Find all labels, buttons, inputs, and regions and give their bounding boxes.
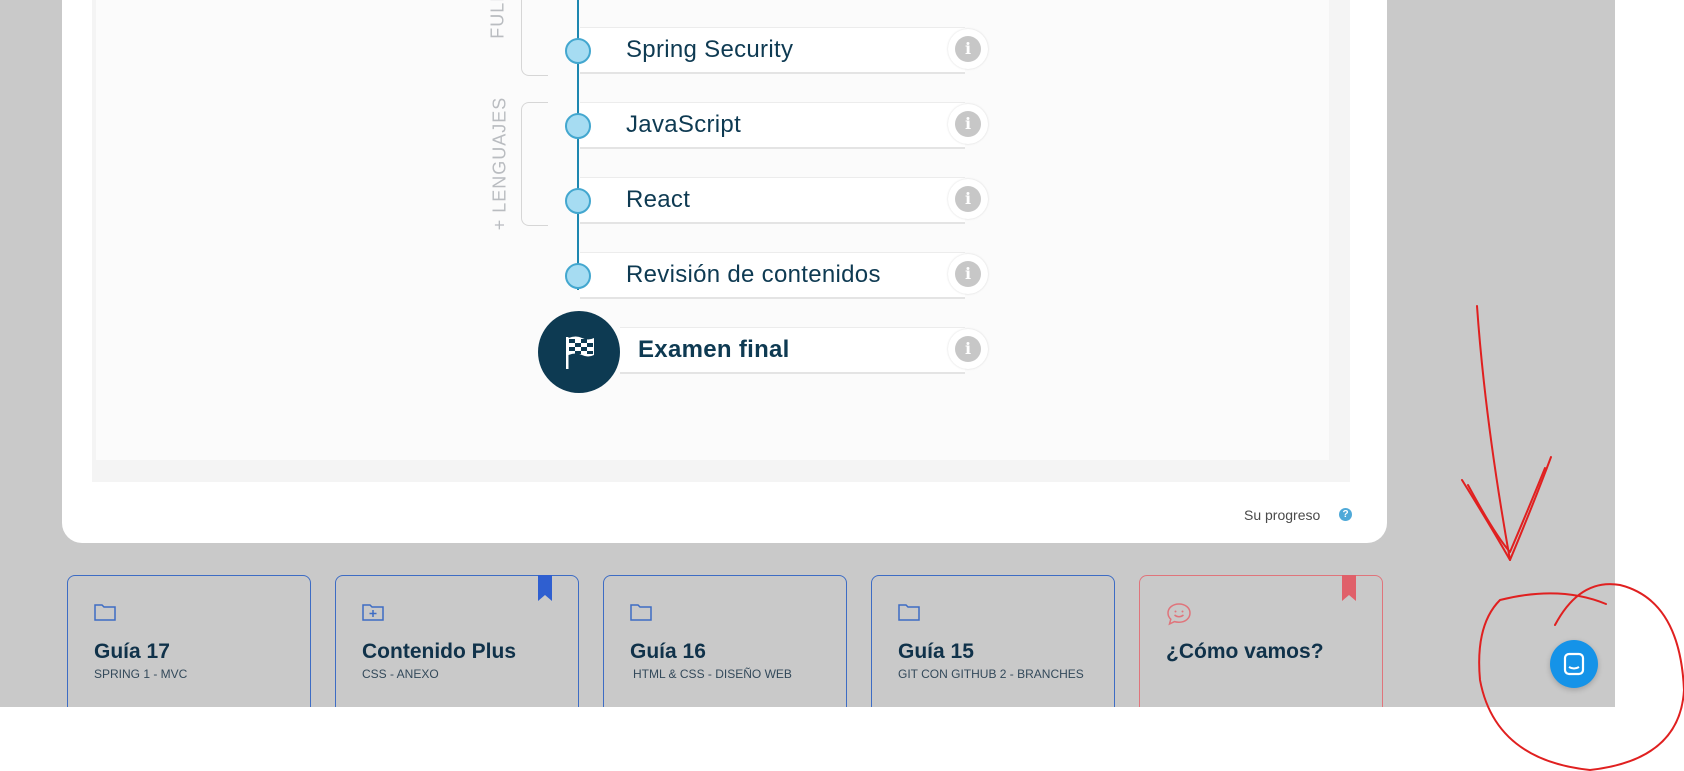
module-row-react[interactable]: React i [580, 177, 988, 224]
module-label: Examen final [638, 336, 790, 363]
guide-subtitle: SPRING 1 - MVC [94, 667, 188, 681]
info-button[interactable]: i [948, 29, 988, 69]
module-label: Spring Security [626, 36, 794, 63]
feedback-card[interactable]: ¿Cómo vamos? [1139, 575, 1383, 707]
timeline-node [565, 188, 591, 214]
module-label: React [626, 186, 691, 213]
timeline-node [565, 113, 591, 139]
guide-title: Guía 16 [630, 640, 706, 663]
module-label: JavaScript [626, 111, 742, 138]
info-icon: i [955, 186, 981, 212]
group-bracket-lenguajes [521, 102, 548, 226]
help-icon[interactable]: ? [1339, 508, 1352, 521]
curriculum-card: FULL S + LENGUAJES Spring Security i Jav… [62, 0, 1387, 543]
timeline-node [565, 38, 591, 64]
group-label-fullstack: FULL S [487, 0, 508, 39]
final-exam-node[interactable] [538, 311, 620, 393]
group-label-lenguajes: + LENGUAJES [489, 96, 510, 231]
timeline-node [565, 263, 591, 289]
guide-card-15[interactable]: Guía 15 GIT CON GITHUB 2 - BRANCHES [871, 575, 1115, 707]
guide-subtitle: HTML & CSS - DISEÑO WEB [633, 667, 792, 681]
guide-title: ¿Cómo vamos? [1166, 640, 1324, 663]
folder-icon [898, 604, 920, 621]
info-icon: i [955, 336, 981, 362]
checkered-flag-icon [566, 336, 594, 369]
guide-card-contenido-plus[interactable]: Contenido Plus CSS - ANEXO [335, 575, 579, 707]
module-row-spring-security[interactable]: Spring Security i [580, 27, 988, 74]
guide-card-17[interactable]: Guía 17 SPRING 1 - MVC [67, 575, 311, 707]
info-icon: i [955, 261, 981, 287]
smile-chat-icon [1167, 603, 1191, 626]
guide-card-16[interactable]: Guía 16 HTML & CSS - DISEÑO WEB [603, 575, 847, 707]
info-button[interactable]: i [948, 329, 988, 369]
chat-icon [1563, 652, 1585, 676]
module-row-final-exam[interactable]: Examen final i [620, 327, 988, 374]
module-label: Revisión de contenidos [626, 261, 881, 288]
info-button[interactable]: i [948, 179, 988, 219]
bookmark-icon [1342, 575, 1356, 601]
info-button[interactable]: i [948, 254, 988, 294]
guide-subtitle: GIT CON GITHUB 2 - BRANCHES [898, 667, 1084, 681]
page-viewport: FULL S + LENGUAJES Spring Security i Jav… [0, 0, 1615, 707]
group-bracket-fullstack [521, 0, 548, 76]
bookmark-icon [538, 575, 552, 601]
progress-label: Su progreso [1244, 507, 1321, 523]
folder-icon [94, 604, 116, 621]
folder-plus-icon [362, 604, 384, 621]
info-icon: i [955, 111, 981, 137]
guide-title: Contenido Plus [362, 640, 516, 663]
module-row-revision[interactable]: Revisión de contenidos i [580, 252, 988, 299]
info-icon: i [955, 36, 981, 62]
folder-icon [630, 604, 652, 621]
guide-title: Guía 17 [94, 640, 170, 663]
guide-subtitle: CSS - ANEXO [362, 667, 439, 681]
chat-launcher-button[interactable] [1550, 640, 1598, 688]
guide-title: Guía 15 [898, 640, 974, 663]
info-button[interactable]: i [948, 104, 988, 144]
module-row-javascript[interactable]: JavaScript i [580, 102, 988, 149]
